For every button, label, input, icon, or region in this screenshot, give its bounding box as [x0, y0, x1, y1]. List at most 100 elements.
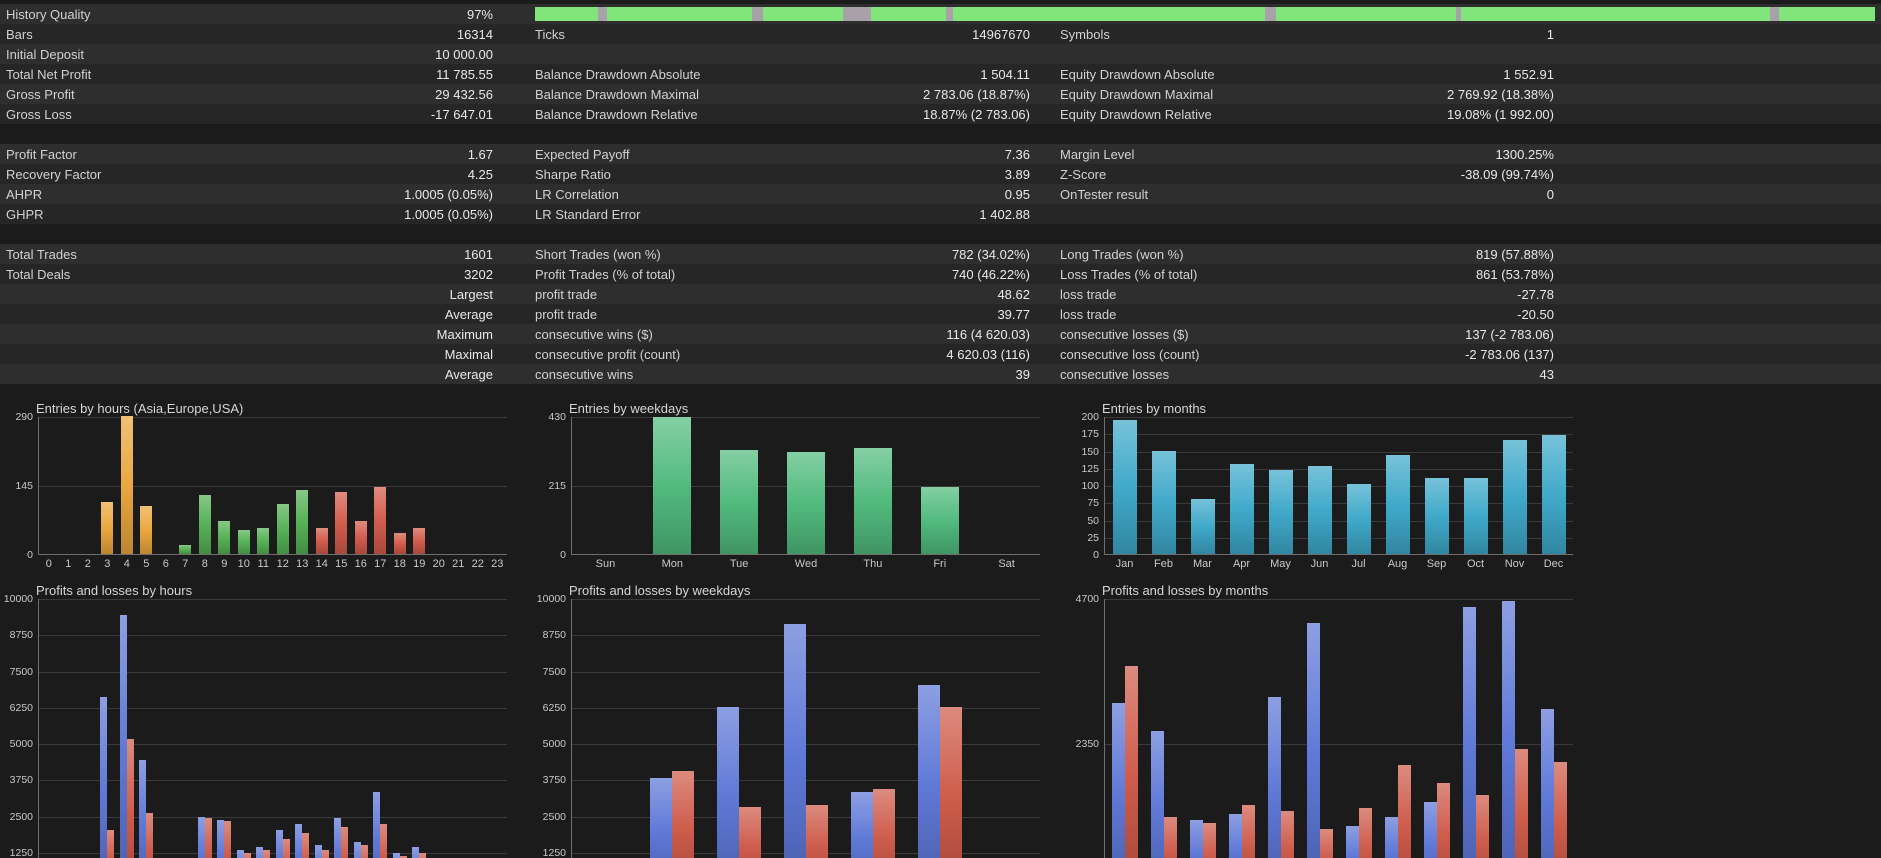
bar-group — [410, 599, 430, 858]
stat-label: OnTester result — [1060, 186, 1149, 202]
bar-group — [156, 599, 176, 858]
loss-bar — [360, 844, 368, 858]
table-row-average-trade: Average profit trade 39.77 loss trade -20.… — [0, 304, 1881, 324]
y-tick-label: 3750 — [9, 774, 33, 787]
y-tick-label: 145 — [15, 480, 33, 492]
stat-label: consecutive losses — [1060, 366, 1170, 382]
profit-bar — [1189, 820, 1203, 858]
x-tick-label: Sun — [595, 558, 616, 570]
stat-value: 782 (34.02%) — [951, 246, 1030, 262]
stat-value: 48.62 — [997, 286, 1030, 302]
stat-value: -38.09 (99.74%) — [1460, 166, 1554, 182]
stat-value: Maximum — [436, 326, 493, 342]
stat-label: loss trade — [1060, 286, 1117, 302]
stat-cell: Short Trades (won %) 782 (34.02%) — [505, 247, 1040, 262]
x-tick-label: 20 — [432, 558, 445, 570]
y-tick-label: 7500 — [542, 665, 566, 678]
quality-gap-segment — [843, 7, 872, 21]
x-axis-labels: Jan Feb Mar Apr May Jun Jul Aug Sep Oct Nov Dec — [1072, 558, 1573, 570]
x-tick-label: 9 — [221, 558, 228, 570]
bar-group — [572, 599, 639, 858]
stat-label: Loss Trades (% of total) — [1060, 266, 1198, 282]
stat-label: Total Net Profit — [6, 66, 92, 82]
bar-group — [98, 599, 118, 858]
stat-cell: loss trade -27.78 — [1040, 287, 1570, 302]
entries-bar — [720, 449, 759, 554]
y-tick-label: 1250 — [9, 846, 33, 858]
bar-group — [351, 417, 371, 554]
y-tick-label: 3750 — [542, 774, 566, 787]
loss-bar — [1124, 665, 1138, 858]
stat-cell: Balance Drawdown Maximal 2 783.06 (18.87%… — [505, 87, 1040, 102]
entries-bar — [101, 501, 114, 554]
stat-value: -2 783.06 (137) — [1465, 346, 1554, 362]
stat-cell: consecutive wins ($) 116 (4 620.03) — [505, 327, 1040, 342]
stat-label: loss trade — [1060, 306, 1117, 322]
stat-cell: consecutive loss (count) -2 783.06 (137) — [1040, 347, 1570, 362]
x-tick-label: 12 — [276, 558, 289, 570]
entries-bar — [335, 492, 348, 554]
profit-bar — [650, 777, 673, 858]
stat-value: -27.78 — [1517, 286, 1554, 302]
stat-cell: Margin Level 1300.25% — [1040, 147, 1570, 162]
x-tick-label: 2 — [84, 558, 91, 570]
table-row-profit-factor: Profit Factor 1.67 Expected Payoff 7.36 Ma… — [0, 144, 1881, 164]
table-row-gross-profit: Gross Profit 29 432.56 Balance Drawdown M… — [0, 84, 1881, 104]
stat-cell: AHPR 1.0005 (0.05%) — [0, 187, 505, 202]
table-row-maximal-consecutive: Maximal consecutive profit (count) 4 620.… — [0, 344, 1881, 364]
stat-label: Total Deals — [6, 266, 71, 282]
stat-cell: Gross Loss -17 647.01 — [0, 107, 505, 122]
y-tick-label: 10000 — [536, 593, 566, 605]
stat-value: 1300.25% — [1495, 146, 1554, 162]
stat-cell: OnTester result 0 — [1040, 187, 1570, 202]
stat-value: 10 000.00 — [435, 46, 493, 62]
y-axis-labels: 023504700 — [1072, 593, 1104, 858]
bar-group — [410, 417, 430, 554]
y-tick-label: 2500 — [542, 810, 566, 823]
bar-group — [117, 599, 137, 858]
loss-bar — [126, 738, 134, 858]
x-tick-label: 8 — [201, 558, 208, 570]
x-tick-label: Mar — [1193, 558, 1212, 570]
loss-bar — [1475, 795, 1489, 858]
stat-label: Z-Score — [1060, 166, 1107, 182]
x-tick-label: Mon — [661, 558, 683, 570]
bar-group — [312, 599, 332, 858]
x-tick-label: 23 — [491, 558, 504, 570]
x-tick-label: Jan — [1115, 558, 1134, 570]
x-tick-label: 16 — [354, 558, 367, 570]
bar-group — [273, 599, 293, 858]
x-tick-label: Tue — [729, 558, 749, 570]
y-tick-label: 8750 — [9, 629, 33, 642]
stat-label: LR Correlation — [535, 186, 619, 202]
stat-label: LR Standard Error — [535, 206, 641, 222]
stat-value: 137 (-2 783.06) — [1465, 326, 1554, 342]
chart-title: Entries by hours (Asia,Europe,USA) — [36, 401, 244, 416]
x-tick-label: May — [1270, 558, 1291, 570]
bar-group — [39, 599, 59, 858]
x-tick-label: 17 — [374, 558, 387, 570]
table-row-maximum-consecutive: Maximum consecutive wins ($) 116 (4 620.0… — [0, 324, 1881, 344]
loss-bar — [1280, 810, 1294, 858]
stat-label: consecutive profit (count) — [535, 346, 681, 362]
loss-bar — [872, 789, 895, 858]
stat-value: 740 (46.22%) — [951, 266, 1030, 282]
x-tick-label: 5 — [143, 558, 150, 570]
x-tick-label: 18 — [393, 558, 406, 570]
x-tick-label: Dec — [1543, 558, 1564, 570]
entries-bar — [393, 532, 406, 554]
table-spacer-row — [0, 124, 1881, 144]
bar-group — [273, 417, 293, 554]
x-tick-label: 3 — [104, 558, 111, 570]
entries-bar — [653, 416, 692, 554]
loss-bar — [243, 853, 251, 858]
stat-cell: Equity Drawdown Relative 19.08% (1 992.00… — [1040, 107, 1570, 122]
x-tick-label: 7 — [182, 558, 189, 570]
y-tick-label: 2350 — [1075, 738, 1099, 750]
entries-bar — [237, 530, 250, 554]
plot-area — [1104, 417, 1573, 555]
loss-bar — [419, 853, 427, 858]
y-tick-label: 10000 — [3, 593, 33, 605]
entries-bar — [920, 486, 959, 554]
stat-value: 861 (53.78%) — [1475, 266, 1554, 282]
